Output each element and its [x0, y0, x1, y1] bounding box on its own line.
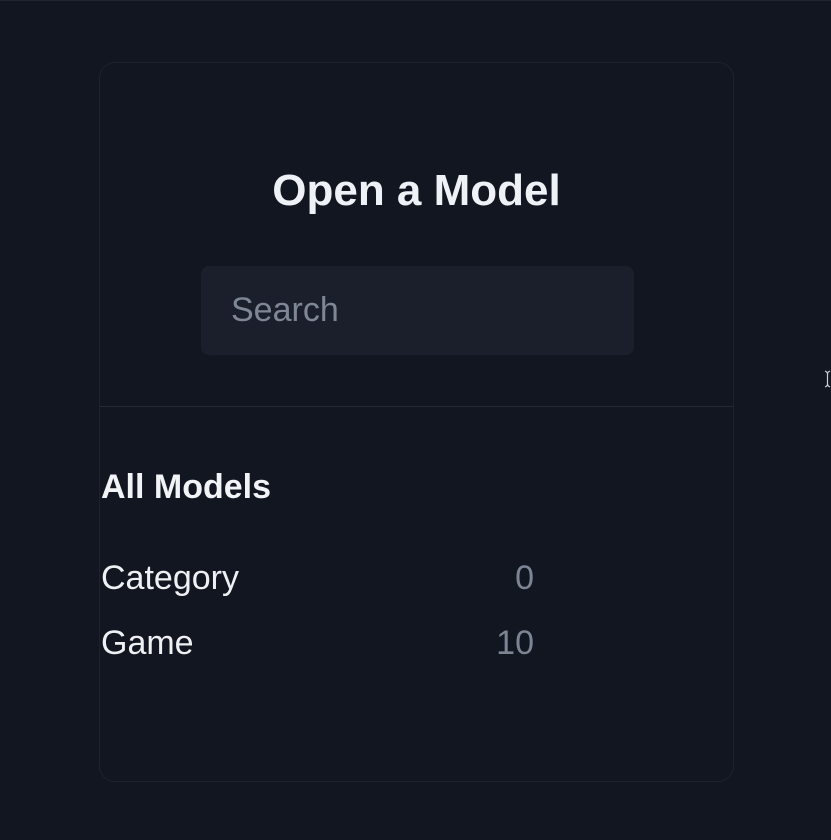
model-list: Category 0 Game 10 [101, 546, 534, 676]
dialog-header: Open a Model [100, 63, 733, 407]
header-divider [100, 406, 733, 407]
model-item-count: 0 [515, 559, 534, 597]
all-models-heading: All Models [101, 468, 272, 506]
model-item-count: 10 [496, 624, 534, 662]
model-item-label: Game [101, 624, 194, 662]
window-top-border [0, 0, 831, 1]
dialog-title: Open a Model [272, 166, 561, 215]
model-item-category[interactable]: Category 0 [101, 546, 534, 611]
text-cursor-icon [824, 370, 831, 388]
model-item-game[interactable]: Game 10 [101, 611, 534, 676]
search-input[interactable] [201, 266, 634, 355]
model-item-label: Category [101, 559, 239, 597]
